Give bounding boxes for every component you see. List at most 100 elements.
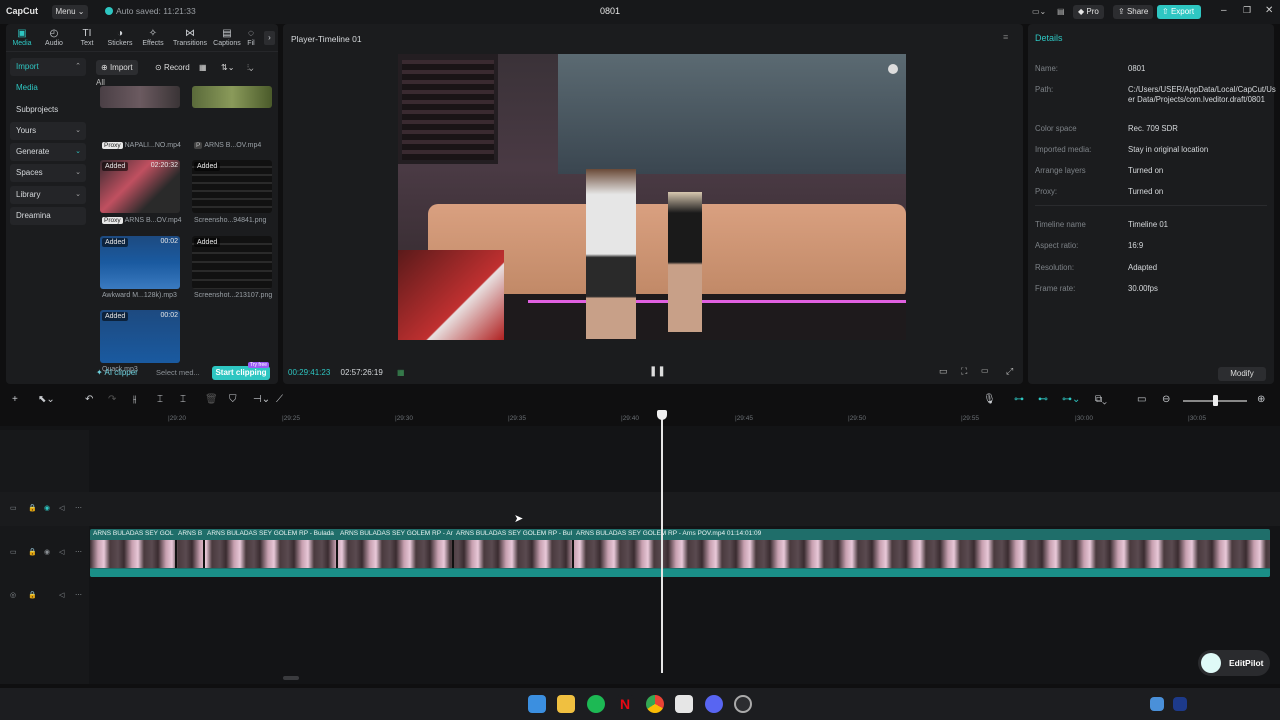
sidebar-item-media[interactable]: Media [10, 79, 86, 97]
tab-transitions[interactable]: ⋈ Transitions [172, 28, 208, 47]
export-button[interactable]: ⇧ Export [1157, 5, 1201, 19]
discord-icon[interactable] [705, 695, 723, 713]
ai-clipper-button[interactable]: ✦ AI clipper [96, 368, 138, 377]
time-ruler[interactable]: |29:20 |29:25 |29:30 |29:35 |29:40 |29:4… [90, 412, 1280, 426]
media-thumbnail[interactable]: Added 00:02 [100, 310, 180, 363]
spotify-icon[interactable] [587, 695, 605, 713]
netflix-icon[interactable]: N [616, 695, 634, 713]
tab-captions[interactable]: ▤ Captions [211, 28, 243, 47]
file-explorer-icon[interactable] [557, 695, 575, 713]
more-icon[interactable]: ⋯ [75, 591, 82, 599]
audio-toggle-icon[interactable]: ◁ [59, 591, 64, 599]
menu-button[interactable]: Menu ⌄ [52, 5, 88, 19]
add-track-icon[interactable]: + [12, 394, 18, 405]
app-icon[interactable] [734, 695, 752, 713]
more-icon[interactable]: ⋯ [75, 548, 82, 556]
split-right-icon[interactable]: ⌶ [180, 394, 186, 405]
ruler-tick: |30:05 [1188, 415, 1206, 422]
zoom-slider-handle[interactable] [1213, 395, 1218, 406]
restore-icon[interactable]: ❐ [1243, 5, 1251, 16]
video-preview[interactable] [398, 54, 906, 340]
sidebar-item-spaces[interactable]: Spaces ⌄ [10, 164, 86, 183]
sidebar-item-library[interactable]: Library ⌄ [10, 185, 86, 204]
lock-icon[interactable]: 🔒 [28, 504, 37, 512]
audio-toggle-icon[interactable]: ◁ [59, 504, 64, 512]
pause-icon[interactable]: ❚❚ [649, 366, 666, 377]
media-thumbnail[interactable]: Added 00:02 [100, 236, 180, 289]
overlay-track[interactable] [0, 492, 1280, 526]
caption-track-icon[interactable]: ▭ [1137, 394, 1146, 405]
record-button[interactable]: ⊙ Record [150, 60, 195, 75]
audio-toggle-icon[interactable]: ◁ [59, 548, 64, 556]
media-thumbnail[interactable]: Added [192, 236, 272, 289]
preview-axis-icon[interactable]: ⧉⌄ [1095, 394, 1107, 405]
split-left-icon[interactable]: ⌶ [157, 394, 163, 405]
zoom-in-icon[interactable]: ⊕ [1257, 394, 1265, 405]
select-tool-icon[interactable]: ⬉⌄ [38, 394, 55, 405]
marker-icon[interactable]: ⛉ [229, 394, 237, 405]
capcut-icon[interactable] [675, 695, 693, 713]
link-icon[interactable]: ⊶ [1014, 394, 1024, 405]
lock-icon[interactable]: 🔒 [28, 548, 37, 556]
timeline-scrollbar[interactable] [283, 676, 299, 680]
grid-view-icon[interactable]: ▦ [194, 60, 212, 75]
tab-effects[interactable]: ✧ Effects [137, 28, 169, 47]
visibility-icon[interactable]: ◉ [44, 504, 50, 512]
sidebar-item-generate[interactable]: Generate ⌄ [10, 143, 86, 162]
share-button[interactable]: ⇪ Share [1113, 5, 1154, 19]
undo-icon[interactable]: ↶ [85, 394, 93, 405]
microphone-icon[interactable]: 🎙 [983, 394, 996, 405]
tab-stickers[interactable]: ◑ Stickers [104, 28, 136, 47]
fullscreen-icon[interactable]: ⤢ [1006, 366, 1013, 377]
media-thumbnail[interactable]: Added [192, 160, 272, 213]
import-button[interactable]: ⊕ Import [96, 60, 138, 75]
sort-icon[interactable]: ⇅⌄ [216, 60, 239, 75]
player-menu-icon[interactable]: ≡ [1003, 32, 1008, 42]
clip-label: ARNS BULADAS SEY GOLEM RP - Bul [456, 530, 573, 537]
redo-icon[interactable]: ↷ [108, 394, 116, 405]
media-thumbnail[interactable]: Added 02:20:32 [100, 160, 180, 213]
snap-icon[interactable]: ⊶⌄ [1062, 394, 1080, 405]
split-icon[interactable]: ⫲ [133, 394, 136, 405]
sidebar-item-dreamina[interactable]: Dreamina [10, 207, 86, 226]
sidebar-item-import[interactable]: Import ⌃ [10, 58, 86, 76]
more-icon[interactable]: ⋯ [75, 504, 82, 512]
close-icon[interactable]: ✕ [1265, 5, 1273, 16]
modify-button[interactable]: Modify [1218, 367, 1266, 381]
media-thumbnail[interactable] [100, 86, 180, 108]
ratio-icon[interactable]: ▭ [981, 366, 989, 375]
tabs-next-icon[interactable]: › [264, 31, 275, 45]
pen-icon[interactable]: ⟋ [276, 394, 283, 405]
tab-text[interactable]: TI Text [71, 28, 103, 47]
editpilot-button[interactable]: EditPilot [1198, 650, 1270, 676]
pro-button[interactable]: ◆ Pro [1073, 5, 1104, 19]
sidebar-item-yours[interactable]: Yours ⌄ [10, 121, 86, 140]
tray-icon[interactable] [1173, 697, 1187, 711]
waveform-icon[interactable]: ▦ [397, 368, 405, 377]
visibility-icon[interactable]: ◉ [44, 548, 50, 556]
crop-icon[interactable]: ⛶ [961, 366, 967, 377]
windows-start-icon[interactable] [528, 695, 546, 713]
shortcuts-icon[interactable]: ▤ [1052, 5, 1070, 19]
sidebar-item-subprojects[interactable]: Subprojects [10, 101, 86, 119]
magnet-icon[interactable]: ⊷ [1038, 394, 1048, 405]
playhead[interactable] [657, 410, 667, 673]
playhead-handle[interactable] [657, 410, 667, 420]
media-thumbnail[interactable] [192, 86, 272, 108]
lock-icon[interactable]: 🔒 [28, 591, 37, 599]
crop-tool-icon[interactable]: ⊣⌄ [253, 394, 270, 405]
main-video-clip[interactable]: ARNS BULADAS SEY GOL ARNS B ARNS BULADAS… [90, 529, 1270, 577]
layout-icon[interactable]: ▭⌄ [1027, 5, 1051, 19]
chrome-icon[interactable] [646, 695, 664, 713]
detail-value: C:/Users/USER/AppData/Local/CapCut/User … [1128, 85, 1276, 104]
delete-icon[interactable]: 🗑 [205, 394, 218, 405]
tab-audio[interactable]: ◴ Audio [38, 28, 70, 47]
tab-media[interactable]: ▣ Media [6, 28, 38, 47]
filter-icon[interactable]: ⫶⌄ [242, 60, 258, 75]
minimize-icon[interactable]: – [1221, 5, 1227, 16]
captions-toggle-icon[interactable]: ▭ [939, 366, 948, 377]
start-clipping-button[interactable]: Start clipping [212, 366, 270, 380]
zoom-out-icon[interactable]: ⊖ [1162, 394, 1170, 405]
tray-icon[interactable] [1150, 697, 1164, 711]
tab-filters[interactable]: ◌ Fil [244, 28, 258, 47]
